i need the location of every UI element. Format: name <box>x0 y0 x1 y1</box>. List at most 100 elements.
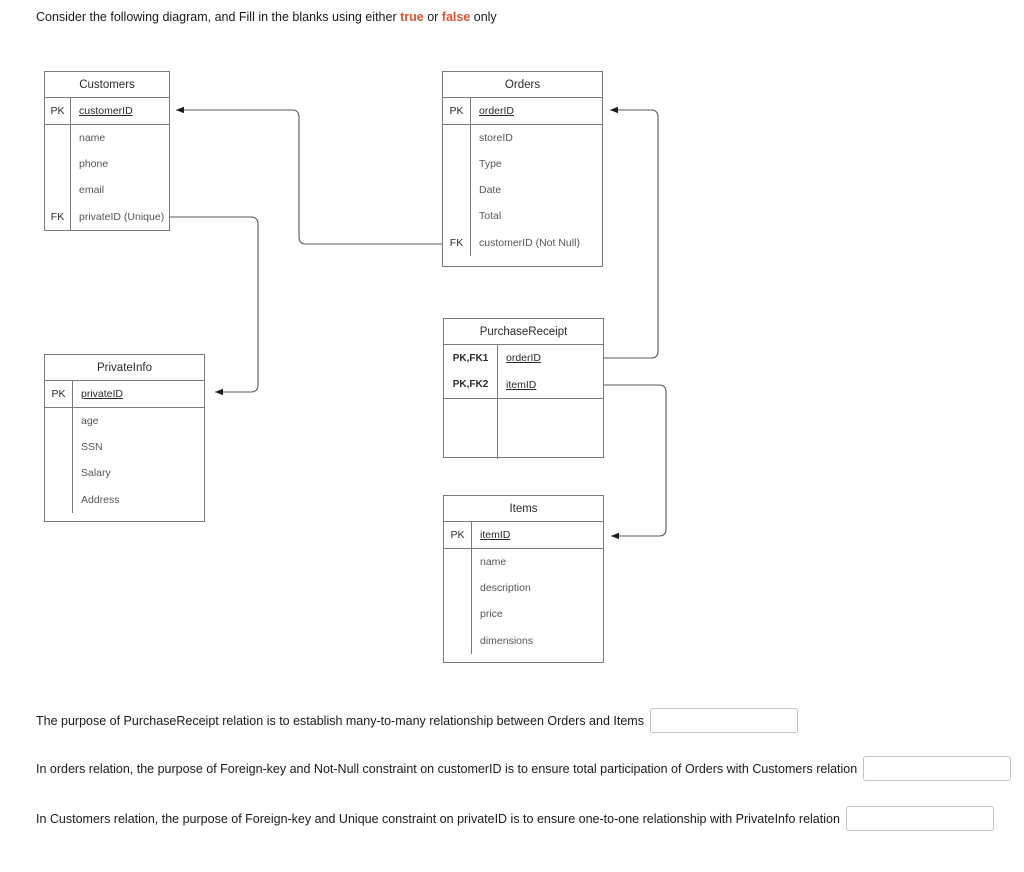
entity-row: description <box>444 575 603 601</box>
key-label <box>444 549 472 575</box>
entity-row: FK customerID (Not Null) <box>443 229 602 256</box>
key-label <box>443 203 471 229</box>
wire-orders-to-customers <box>176 106 442 245</box>
entity-key-section: PK privateID <box>45 381 204 408</box>
entity-orders: Orders PK orderID storeID Type Date Tota… <box>442 71 603 267</box>
entity-customers: Customers PK customerID name phone email… <box>44 71 170 231</box>
attribute-name: email <box>79 184 105 196</box>
entity-title: PurchaseReceipt <box>444 319 603 345</box>
entity-row: Salary <box>45 460 204 486</box>
key-label <box>45 460 73 486</box>
entity-row: PK,FK2 itemID <box>444 371 603 398</box>
key-label <box>444 627 472 654</box>
key-label: PK,FK2 <box>444 371 498 398</box>
key-label: PK <box>443 98 471 124</box>
attribute-name: privateID (Unique) <box>79 210 165 223</box>
attribute-name: Date <box>479 184 502 196</box>
key-label: PK,FK1 <box>444 345 498 371</box>
entity-row: Address <box>45 486 204 513</box>
attribute-name: itemID <box>480 529 511 541</box>
attribute-name: phone <box>79 158 109 170</box>
er-diagram: Customers PK customerID name phone email… <box>0 0 1024 690</box>
question-text: In Customers relation, the purpose of Fo… <box>36 811 840 826</box>
entity-row: phone <box>45 151 169 177</box>
entity-row: PK privateID <box>45 381 204 407</box>
attribute-name: age <box>81 415 99 427</box>
wire-purchasereceipt-to-items <box>604 384 667 540</box>
question-row-3: In Customers relation, the purpose of Fo… <box>36 806 994 831</box>
attribute-name: storeID <box>479 132 513 144</box>
key-label <box>444 429 498 459</box>
entity-row: Total <box>443 203 602 229</box>
key-label <box>45 151 71 177</box>
key-label <box>443 125 471 151</box>
entity-row: price <box>444 601 603 627</box>
entity-attr-section <box>444 399 603 459</box>
entity-row <box>444 399 603 429</box>
entity-row: Date <box>443 177 602 203</box>
entity-title: Customers <box>45 72 169 98</box>
entity-row: PK itemID <box>444 522 603 548</box>
attribute-name: Salary <box>81 467 111 479</box>
attribute-name: orderID <box>506 352 542 364</box>
key-label: PK <box>444 522 472 548</box>
attribute-name: dimensions <box>480 634 534 647</box>
entity-key-section: PK orderID <box>443 98 602 125</box>
attribute-name: name <box>79 132 106 144</box>
attribute-name: Address <box>81 493 120 506</box>
key-label: FK <box>443 229 471 256</box>
attribute-name: privateID <box>81 388 124 400</box>
entity-attr-section: name description price dimensions <box>444 549 603 654</box>
entity-row <box>444 429 603 459</box>
answer-input-2[interactable] <box>863 756 1012 781</box>
entity-title: Orders <box>443 72 602 98</box>
key-label <box>45 408 73 434</box>
entity-key-section: PK customerID <box>45 98 169 125</box>
entity-row: name <box>444 549 603 575</box>
answer-input-1[interactable] <box>649 708 798 733</box>
attribute-name: price <box>480 608 503 620</box>
attribute-name <box>498 399 603 429</box>
entity-row: PK orderID <box>443 98 602 124</box>
entity-row: Type <box>443 151 602 177</box>
attribute-name: orderID <box>479 105 515 117</box>
entity-attr-section: name phone email FK privateID (Unique) <box>45 125 169 230</box>
entity-key-section: PK itemID <box>444 522 603 549</box>
answer-input-3[interactable] <box>845 806 994 831</box>
entity-privateinfo: PrivateInfo PK privateID age SSN Salary <box>44 354 205 522</box>
entity-key-section: PK,FK1 orderID PK,FK2 itemID <box>444 345 603 399</box>
key-label <box>45 125 71 151</box>
entity-row: FK privateID (Unique) <box>45 203 169 230</box>
attribute-name: itemID <box>506 378 537 391</box>
key-label: FK <box>45 203 71 230</box>
key-label <box>45 486 73 513</box>
entity-row: PK customerID <box>45 98 169 124</box>
key-label: PK <box>45 381 73 407</box>
question-text: The purpose of PurchaseReceipt relation … <box>36 713 644 728</box>
key-label <box>45 177 71 203</box>
key-label <box>444 399 498 429</box>
entity-attr-section: storeID Type Date Total FK customerID (N… <box>443 125 602 256</box>
entity-row: name <box>45 125 169 151</box>
attribute-name: Type <box>479 158 502 170</box>
wire-purchasereceipt-to-orders <box>604 106 659 359</box>
entity-title: Items <box>444 496 603 522</box>
attribute-name <box>498 429 603 459</box>
attribute-name: customerID (Not Null) <box>479 236 580 249</box>
entity-row: PK,FK1 orderID <box>444 345 603 371</box>
question-text: In orders relation, the purpose of Forei… <box>36 761 858 776</box>
attribute-name: Total <box>479 210 502 222</box>
question-row-2: In orders relation, the purpose of Forei… <box>36 756 1012 781</box>
entity-row: email <box>45 177 169 203</box>
attribute-name: description <box>480 582 531 594</box>
entity-purchasereceipt: PurchaseReceipt PK,FK1 orderID PK,FK2 it… <box>443 318 604 459</box>
attribute-name: SSN <box>81 441 103 453</box>
entity-row: dimensions <box>444 627 603 654</box>
entity-title: PrivateInfo <box>45 355 204 381</box>
entity-row: age <box>45 408 204 434</box>
key-label <box>45 434 73 460</box>
entity-attr-section: age SSN Salary Address <box>45 408 204 513</box>
entity-row: SSN <box>45 434 204 460</box>
key-label <box>444 575 472 601</box>
entity-row: storeID <box>443 125 602 151</box>
